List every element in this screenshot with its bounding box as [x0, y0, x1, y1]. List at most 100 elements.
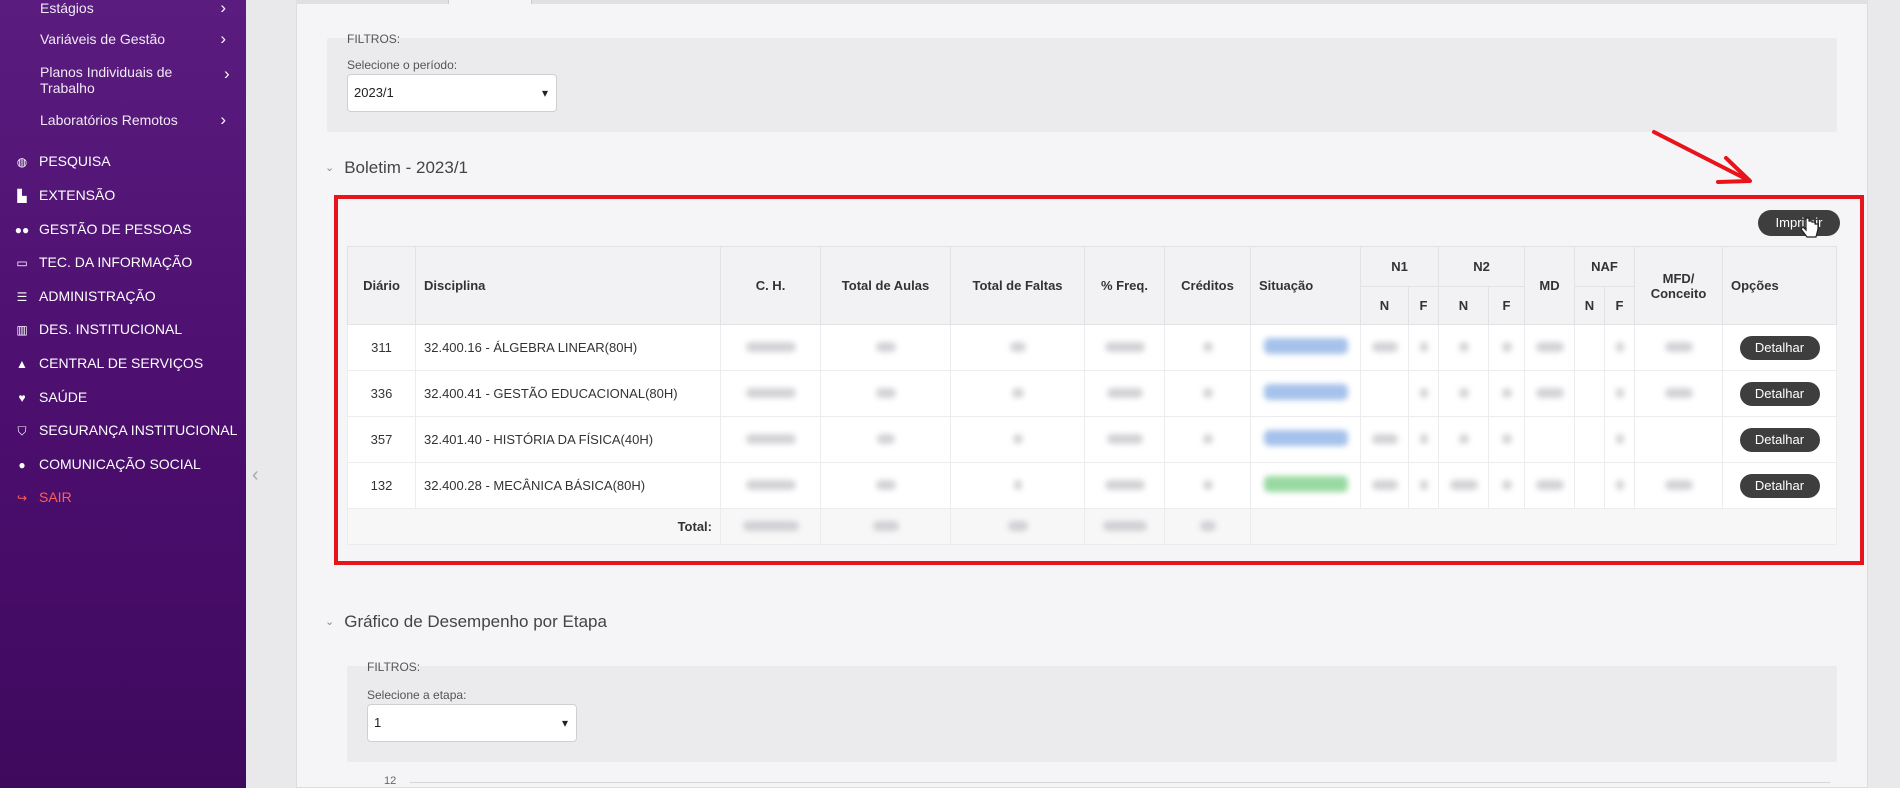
chart-gridline	[410, 782, 1830, 783]
sidebar-item-label: EXTENSÃO	[39, 187, 116, 203]
blurred-value	[1615, 342, 1624, 352]
globe-icon: ◍	[16, 155, 28, 169]
detalhar-button[interactable]: Detalhar	[1739, 335, 1820, 360]
blurred-value	[1458, 434, 1469, 444]
blurred-value	[1202, 388, 1213, 398]
blurred-value	[1615, 480, 1624, 490]
sidebar-item-variaveis-gestao[interactable]: Variáveis de Gestão ›	[40, 30, 236, 47]
sidebar-item-planos-individuais[interactable]: Planos Individuais de Trabalho	[40, 64, 190, 96]
sidebar-item-comunicacao-social[interactable]: ● COMUNICAÇÃO SOCIAL	[14, 456, 240, 473]
blurred-status-badge	[1263, 476, 1348, 492]
sidebar-item-label: ADMINISTRAÇÃO	[39, 288, 156, 304]
blurred-value	[1011, 388, 1024, 398]
table-row: 132 32.400.28 - MECÂNICA BÁSICA(80H) Det…	[347, 462, 1837, 509]
blurred-value	[1419, 434, 1428, 444]
etapa-select[interactable]: 1 ▾	[367, 704, 577, 742]
shield-icon: ⛉	[17, 424, 27, 438]
sidebar-item-sair[interactable]: ↪ SAIR	[14, 489, 240, 506]
cell-diario: 336	[347, 370, 416, 417]
sidebar-item-label: Variáveis de Gestão	[40, 31, 166, 47]
blurred-value	[876, 434, 895, 444]
col-header-disciplina: Disciplina	[415, 246, 721, 325]
period-select[interactable]: 2023/1 ▾	[347, 74, 557, 112]
tab-active[interactable]	[448, 0, 532, 4]
sidebar-item-administracao[interactable]: ☰ ADMINISTRAÇÃO	[14, 288, 240, 305]
col-header-diario: Diário	[347, 246, 416, 325]
sidebar-item-label: TEC. DA INFORMAÇÃO	[39, 254, 193, 270]
total-label: Total:	[347, 508, 721, 545]
blurred-value	[1501, 388, 1512, 398]
detalhar-button[interactable]: Detalhar	[1739, 381, 1820, 406]
sidebar-item-label: Planos Individuais de Trabalho	[40, 64, 173, 96]
blurred-value	[1202, 434, 1213, 444]
sidebar-item-tec-informacao[interactable]: ▭ TEC. DA INFORMAÇÃO	[14, 254, 240, 271]
cell-disciplina: 32.400.28 - MECÂNICA BÁSICA(80H)	[415, 462, 721, 509]
blurred-value	[745, 388, 796, 398]
boletim-section-header[interactable]: ⌄ Boletim - 2023/1	[325, 158, 468, 178]
blurred-value	[1535, 388, 1564, 398]
sidebar-item-pesquisa[interactable]: ◍ PESQUISA	[14, 153, 240, 170]
blurred-value	[1106, 434, 1143, 444]
blurred-value	[1371, 434, 1398, 444]
blurred-value	[1013, 480, 1022, 490]
sidebar-item-extensao[interactable]: ▙ EXTENSÃO	[14, 187, 240, 204]
sidebar-item-saude[interactable]: ♥ SAÚDE	[14, 389, 240, 406]
cell-diario: 357	[347, 416, 416, 463]
blurred-value	[1501, 434, 1512, 444]
blurred-value	[1371, 480, 1398, 490]
blurred-status-badge	[1263, 338, 1348, 354]
blurred-value	[1615, 434, 1624, 444]
period-select-label: Selecione o período:	[347, 58, 458, 72]
comment-icon: ●	[18, 458, 26, 472]
sidebar-item-label: SAIR	[39, 489, 72, 505]
print-button[interactable]: Imprimir	[1758, 210, 1840, 236]
sidebar-item-des-institucional[interactable]: ▥ DES. INSTITUCIONAL	[14, 321, 240, 338]
desempenho-title: Gráfico de Desempenho por Etapa	[344, 612, 607, 631]
col-header-situacao: Situação	[1250, 246, 1361, 325]
blurred-value	[875, 480, 896, 490]
sidebar-item-laboratorios-remotos[interactable]: Laboratórios Remotos ›	[40, 111, 236, 128]
blurred-value	[1007, 521, 1028, 531]
detalhar-button[interactable]: Detalhar	[1739, 427, 1820, 452]
sidebar-item-gestao-pessoas[interactable]: ●● GESTÃO DE PESSOAS	[14, 221, 240, 238]
table-total-row: Total:	[347, 508, 1837, 545]
sidebar-item-estagios[interactable]: Estágios ›	[40, 0, 236, 16]
collapse-sidebar-icon[interactable]: ‹	[252, 464, 259, 487]
cell-disciplina: 32.400.16 - ÁLGEBRA LINEAR(80H)	[415, 324, 721, 371]
chevron-right-icon: ›	[224, 64, 230, 83]
sidebar-item-label: Estágios	[40, 0, 94, 16]
chevron-down-icon: ▾	[541, 86, 548, 100]
sidebar-item-central-servicos[interactable]: ▲ CENTRAL DE SERVIÇOS	[14, 355, 240, 372]
cell-disciplina: 32.401.40 - HISTÓRIA DA FÍSICA(40H)	[415, 416, 721, 463]
blurred-value	[1104, 342, 1145, 352]
blurred-status-badge	[1263, 384, 1348, 400]
table-row: 336 32.400.41 - GESTÃO EDUCACIONAL(80H) …	[347, 370, 1837, 417]
col-header-naf-n: N	[1574, 286, 1605, 325]
sidebar-item-label: GESTÃO DE PESSOAS	[39, 221, 192, 237]
blurred-value	[1535, 480, 1564, 490]
blurred-value	[742, 521, 799, 531]
col-header-n2-n: N	[1438, 286, 1489, 325]
blurred-value	[1102, 521, 1147, 531]
blurred-value	[1009, 342, 1026, 352]
desempenho-section-header[interactable]: ⌄ Gráfico de Desempenho por Etapa	[325, 612, 607, 632]
blurred-value	[1419, 480, 1428, 490]
chevron-down-icon: ⌄	[325, 162, 335, 174]
chevron-down-icon: ▾	[561, 716, 568, 730]
detalhar-button[interactable]: Detalhar	[1739, 473, 1820, 498]
blurred-value	[1012, 434, 1023, 444]
users-icon: ●●	[14, 223, 30, 237]
sidebar-item-seguranca-institucional[interactable]: ⛉ SEGURANÇA INSTITUCIONAL	[14, 422, 240, 439]
chevron-down-icon: ⌄	[325, 616, 335, 628]
col-header-n1-n: N	[1360, 286, 1409, 325]
sidebar-item-label: Laboratórios Remotos	[40, 112, 178, 128]
blurred-value	[1664, 480, 1693, 490]
filter-heading: FILTROS:	[347, 32, 401, 46]
boletim-title: Boletim - 2023/1	[344, 158, 469, 177]
sidebar: Estágios › Variáveis de Gestão › Planos …	[0, 0, 246, 788]
blurred-value	[1104, 480, 1145, 490]
etapa-select-value: 1	[374, 715, 382, 730]
blurred-value	[1664, 388, 1693, 398]
hand-cursor-icon	[1800, 217, 1819, 238]
sidebar-item-label: SAÚDE	[39, 389, 88, 405]
